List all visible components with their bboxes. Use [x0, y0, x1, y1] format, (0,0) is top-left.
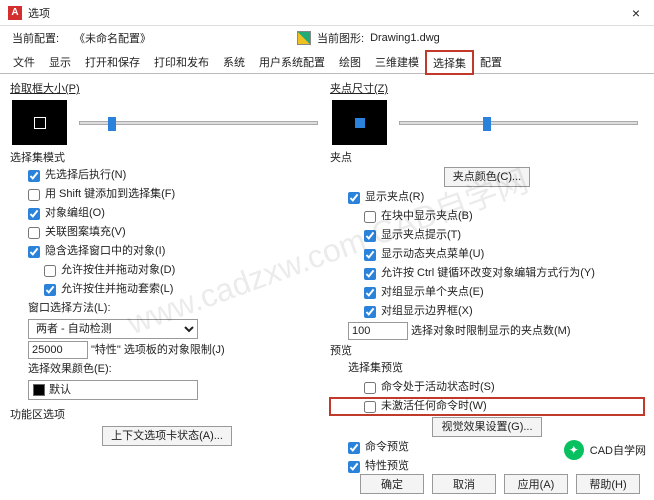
share-badge: ✦ CAD自学网	[564, 440, 646, 460]
current-profile-value: 《未命名配置》	[74, 30, 151, 46]
cb-cmd-active[interactable]: 命令处于活动状态时(S)	[330, 379, 644, 396]
tab-plot[interactable]: 打印和发布	[147, 50, 216, 73]
wechat-icon: ✦	[564, 440, 584, 460]
palette-limit-input[interactable]	[28, 341, 88, 359]
sel-effect-color-label: 选择效果颜色(E):	[10, 361, 324, 378]
context-tab-states-button[interactable]: 上下文选项卡状态(A)...	[102, 426, 232, 446]
cb-dyn-grip-menu[interactable]: 显示动态夹点菜单(U)	[330, 246, 644, 263]
cb-show-grips[interactable]: 显示夹点(R)	[330, 189, 644, 206]
cb-implied-window[interactable]: 隐含选择窗口中的对象(I)	[10, 243, 324, 260]
preview-section-label: 预览	[330, 342, 644, 358]
sel-preview-label: 选择集预览	[330, 360, 644, 377]
tab-display[interactable]: 显示	[42, 50, 78, 73]
tab-selection[interactable]: 选择集	[426, 51, 473, 74]
current-profile-label: 当前配置:	[12, 30, 68, 46]
cb-group-bbox[interactable]: 对组显示边界框(X)	[330, 303, 644, 320]
tab-open-save[interactable]: 打开和保存	[78, 50, 147, 73]
grips-label: 夹点	[330, 149, 644, 165]
current-drawing-value: Drawing1.dwg	[370, 32, 440, 44]
tab-drafting[interactable]: 绘图	[332, 50, 368, 73]
sel-effect-color-dropdown[interactable]: 默认	[28, 380, 198, 400]
cb-prop-preview[interactable]: 特性预览	[330, 458, 644, 475]
current-drawing-label: 当前图形:	[317, 30, 364, 46]
grip-limit-label: 选择对象时限制显示的夹点数(M)	[411, 323, 571, 340]
selection-mode-label: 选择集模式	[10, 149, 324, 165]
tab-user[interactable]: 用户系统配置	[252, 50, 332, 73]
window-select-dropdown[interactable]: 两者 - 自动检测	[28, 319, 198, 339]
grip-color-button[interactable]: 夹点颜色(C)...	[444, 167, 530, 187]
cb-hatch-assoc[interactable]: 关联图案填充(V)	[10, 224, 324, 241]
pickbox-preview	[12, 100, 67, 145]
drawing-icon	[297, 31, 311, 45]
grip-limit-input[interactable]	[348, 322, 408, 340]
titlebar: A 选项 ×	[0, 0, 654, 26]
ribbon-options-label: 功能区选项	[10, 406, 324, 422]
tab-3d[interactable]: 三维建模	[368, 50, 426, 73]
tab-bar: 文件 显示 打开和保存 打印和发布 系统 用户系统配置 绘图 三维建模 选择集 …	[0, 50, 654, 74]
left-column: 拾取框大小(P) 选择集模式 先选择后执行(N) 用 Shift 键添加到选择集…	[10, 80, 324, 475]
app-logo-icon: A	[8, 6, 22, 20]
tab-profiles[interactable]: 配置	[473, 50, 509, 73]
tab-system[interactable]: 系统	[216, 50, 252, 73]
window-title: 选项	[28, 5, 50, 21]
cb-noun-verb[interactable]: 先选择后执行(N)	[10, 167, 324, 184]
cb-single-grip-group[interactable]: 对组显示单个夹点(E)	[330, 284, 644, 301]
palette-limit-label: "特性" 选项板的对象限制(J)	[91, 342, 225, 359]
grip-slider[interactable]	[399, 121, 638, 125]
pickbox-size-label: 拾取框大小(P)	[10, 80, 324, 96]
cb-grip-tips[interactable]: 显示夹点提示(T)	[330, 227, 644, 244]
visual-effects-button[interactable]: 视觉效果设置(G)...	[432, 417, 541, 437]
grip-preview	[332, 100, 387, 145]
cb-allow-lasso[interactable]: 允许按住并拖动套索(L)	[10, 281, 324, 298]
cb-allow-drag[interactable]: 允许按住并拖动对象(D)	[10, 262, 324, 279]
tab-file[interactable]: 文件	[6, 50, 42, 73]
apply-button[interactable]: 应用(A)	[504, 474, 568, 494]
profile-row: 当前配置: 《未命名配置》 当前图形: Drawing1.dwg	[0, 26, 654, 50]
cb-no-cmd[interactable]: 未激活任何命令时(W)	[330, 398, 644, 415]
help-button[interactable]: 帮助(H)	[576, 474, 640, 494]
window-select-label: 窗口选择方法(L):	[10, 300, 324, 317]
cb-grips-in-block[interactable]: 在块中显示夹点(B)	[330, 208, 644, 225]
right-column: 夹点尺寸(Z) 夹点 夹点颜色(C)... 显示夹点(R) 在块中显示夹点(B)…	[330, 80, 644, 475]
cb-shift-add[interactable]: 用 Shift 键添加到选择集(F)	[10, 186, 324, 203]
cancel-button[interactable]: 取消	[432, 474, 496, 494]
close-icon[interactable]: ×	[626, 3, 646, 23]
grip-size-label: 夹点尺寸(Z)	[330, 80, 644, 96]
cb-ctrl-cycle[interactable]: 允许按 Ctrl 键循环改变对象编辑方式行为(Y)	[330, 265, 644, 282]
cb-object-group[interactable]: 对象编组(O)	[10, 205, 324, 222]
dialog-footer: 确定 取消 应用(A) 帮助(H)	[14, 474, 640, 494]
pickbox-slider[interactable]	[79, 121, 318, 125]
ok-button[interactable]: 确定	[360, 474, 424, 494]
